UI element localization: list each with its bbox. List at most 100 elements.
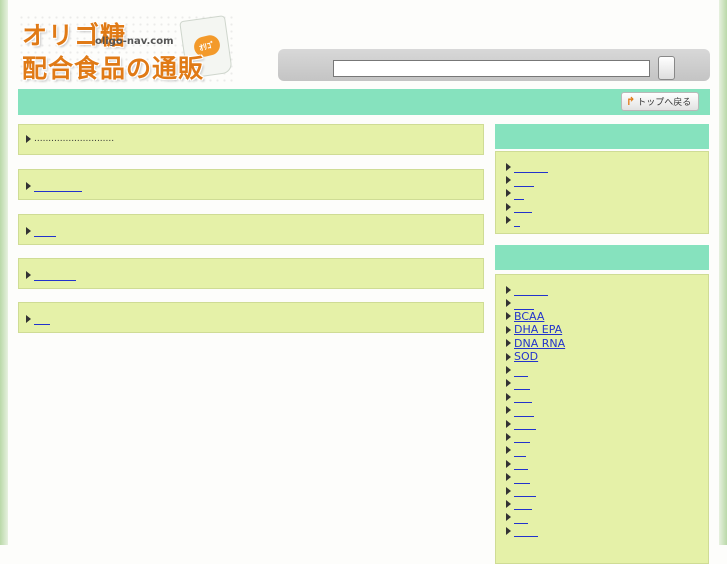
side-link[interactable]: DNA RNA [514,337,571,350]
side-link[interactable] [514,484,536,498]
main-link[interactable] [34,179,82,192]
main-box [18,258,484,289]
side-link[interactable] [514,511,528,524]
triangle-right-icon [506,312,511,321]
side-link[interactable] [514,187,524,200]
triangle-right-icon [26,135,31,143]
side-link[interactable] [514,214,520,227]
side-list-item[interactable] [506,173,702,187]
return-arrow-icon: ↱ [626,95,636,108]
search-input[interactable] [333,60,650,77]
triangle-right-icon [26,314,31,323]
side-box-2: BCAA DHA EPA DNA RNA SOD [495,274,709,564]
main-box [18,169,484,200]
triangle-right-icon [506,379,511,388]
side-header-2 [495,245,709,270]
site-logo[interactable]: ｵﾘｺﾞ オリゴ糖 oligo-nav.com 配合食品の通販 [18,14,234,83]
side-list-item[interactable] [506,404,702,417]
side-link[interactable] [514,390,532,404]
main-link[interactable]: ............................ [34,134,114,144]
side-list-item[interactable] [506,497,702,511]
main-link[interactable] [34,224,56,237]
main-link-item[interactable]: ............................ [26,134,114,144]
main-link[interactable] [34,312,50,325]
side-list-item[interactable] [506,417,702,431]
side-list-item[interactable]: SOD [506,350,702,363]
side-list-item[interactable] [506,511,702,524]
triangle-right-icon [506,392,511,401]
main-box [18,302,484,333]
side-link[interactable] [514,497,532,511]
side-link[interactable]: DHA EPA [514,323,568,336]
main-link[interactable] [34,268,76,281]
side-link[interactable] [514,524,538,538]
side-link[interactable] [514,297,534,310]
side-list-item[interactable] [506,296,702,310]
side-list-item[interactable]: DHA EPA [506,323,702,336]
side-link[interactable] [514,377,530,390]
side-list-item[interactable] [506,484,702,498]
triangle-right-icon [506,419,511,428]
nav-bar: ↱ トップへ戻る [18,89,710,115]
side-list-item[interactable] [506,160,702,174]
side-link[interactable]: SOD [514,350,544,363]
main-link-item[interactable] [26,312,50,325]
main-link-item[interactable] [26,268,76,281]
triangle-right-icon [506,162,511,171]
side-link[interactable] [514,471,530,484]
side-list-item[interactable]: DNA RNA [506,337,702,350]
side-link[interactable] [514,404,534,417]
side-list-item[interactable] [506,457,702,471]
back-to-top-button[interactable]: ↱ トップへ戻る [621,92,699,111]
side-list-item[interactable] [506,200,702,214]
side-box-1 [495,151,709,234]
triangle-right-icon [506,459,511,468]
triangle-right-icon [506,299,511,308]
search-button[interactable] [658,56,675,80]
side-link[interactable] [514,200,532,214]
side-link[interactable] [514,283,548,297]
triangle-right-icon [506,526,511,535]
left-frame-border [0,0,8,545]
side-list-item[interactable] [506,390,702,404]
logo-domain: oligo-nav.com [95,36,174,47]
side-list-item[interactable] [506,430,702,444]
triangle-right-icon [506,202,511,211]
triangle-right-icon [26,270,31,279]
triangle-right-icon [506,216,511,225]
logo-title-line2: 配合食品の通販 [22,54,205,83]
side-link[interactable] [514,430,530,444]
side-list-item[interactable] [506,187,702,200]
main-link-item[interactable] [26,224,56,237]
side-link[interactable] [514,457,528,471]
side-link[interactable]: BCAA [514,310,550,323]
triangle-right-icon [506,406,511,415]
triangle-right-icon [506,339,511,348]
side-list-item[interactable] [506,283,702,297]
search-bar [278,49,710,81]
side-link[interactable] [514,444,526,457]
side-list-item[interactable] [506,524,702,538]
main-link-item[interactable] [26,179,82,192]
triangle-right-icon [506,366,511,375]
triangle-right-icon [506,432,511,441]
triangle-right-icon [506,486,511,495]
right-frame-border [719,0,727,545]
triangle-right-icon [506,176,511,185]
side-link[interactable] [514,364,528,377]
side-link[interactable] [514,174,534,187]
main-box [18,214,484,245]
side-list-item[interactable] [506,444,702,457]
triangle-right-icon [506,352,511,361]
triangle-right-icon [26,181,31,190]
side-link[interactable] [514,160,548,174]
side-link[interactable] [514,417,536,431]
side-list-item[interactable] [506,214,702,227]
side-list-item[interactable] [506,363,702,377]
triangle-right-icon [506,473,511,482]
side-list-item[interactable] [506,377,702,390]
side-list-item[interactable] [506,470,702,484]
triangle-right-icon [506,513,511,522]
triangle-right-icon [506,446,511,455]
side-list-item[interactable]: BCAA [506,310,702,323]
